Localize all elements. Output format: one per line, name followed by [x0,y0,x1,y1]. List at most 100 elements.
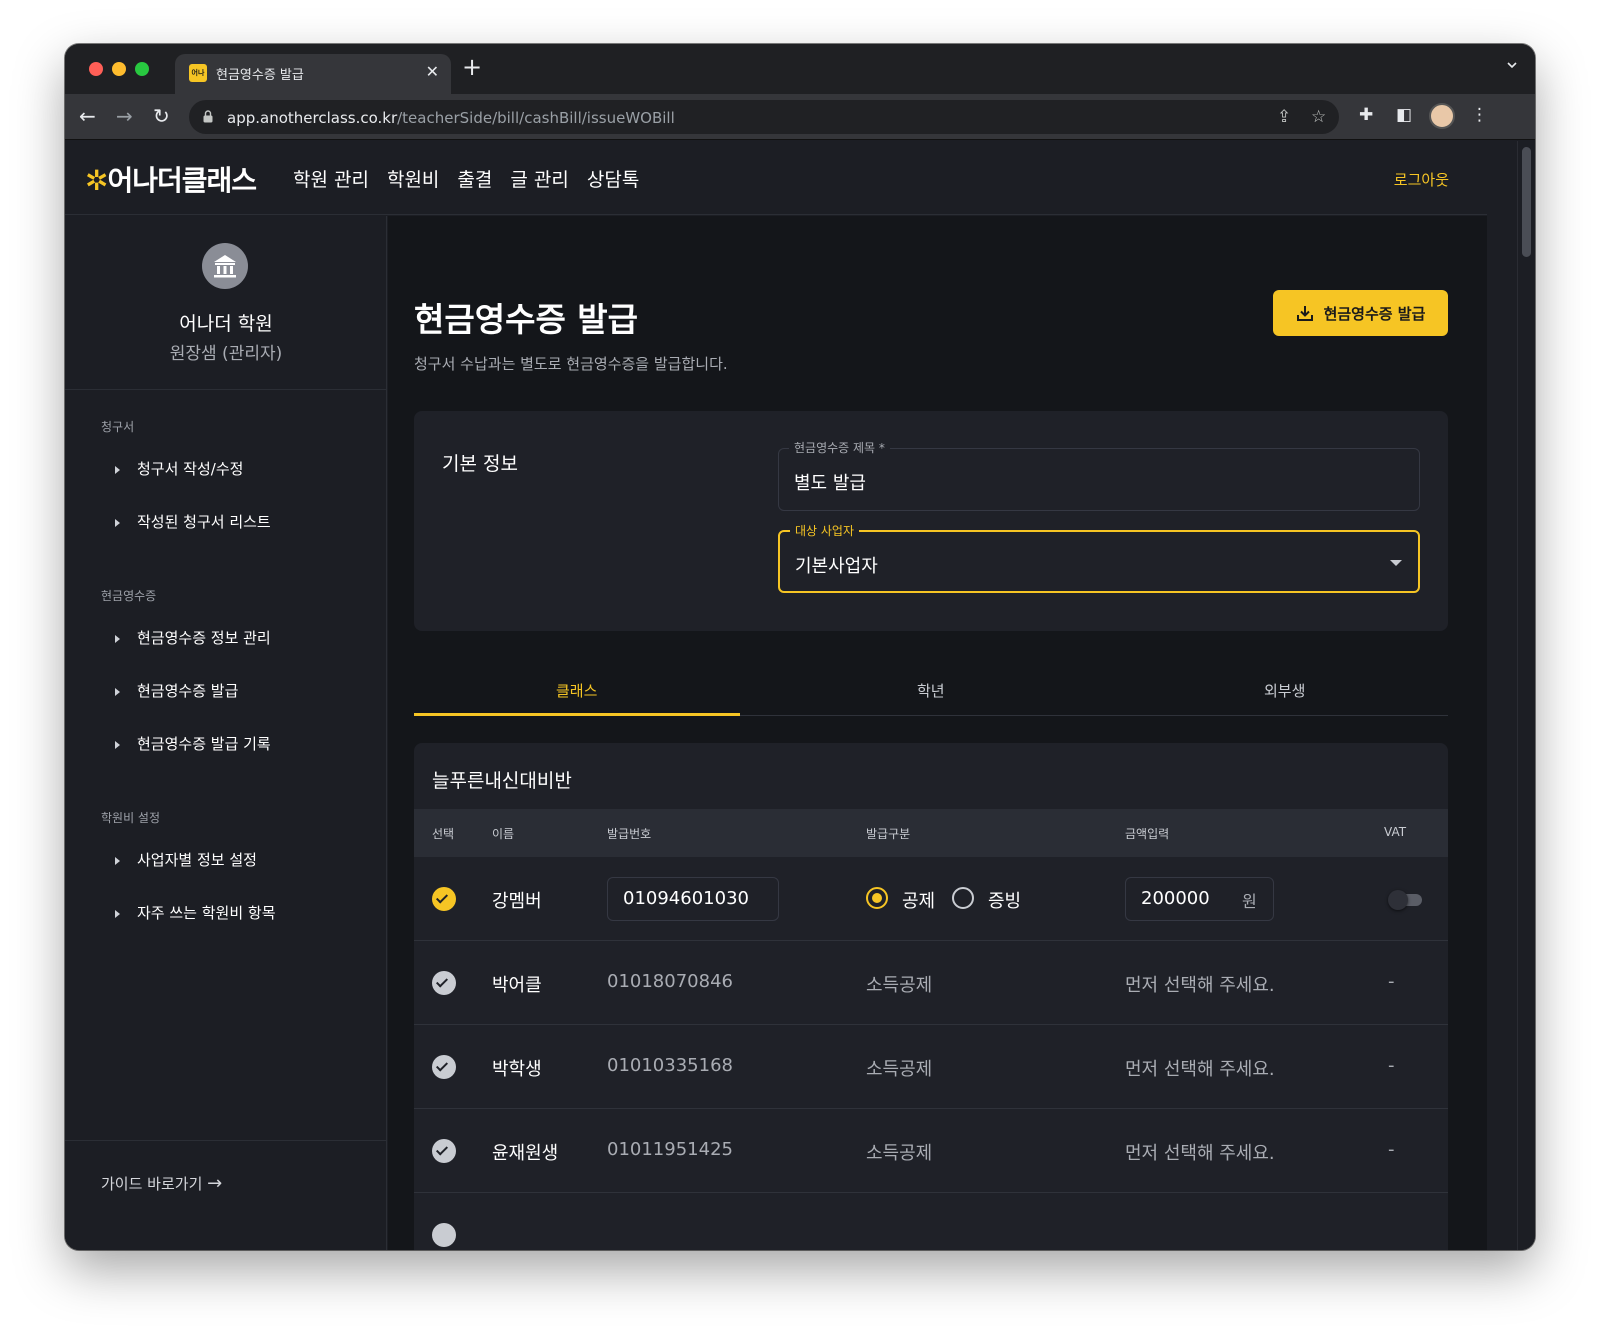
radio-deduction[interactable] [866,887,888,909]
page-description: 청구서 수납과는 별도로 현금영수증을 발급합니다. [414,355,728,373]
main-content: 현금영수증 발급 청구서 수납과는 별도로 현금영수증을 발급합니다. 현금영수… [388,216,1487,1250]
radio-proof-label: 증빙 [988,891,1022,912]
page-title: 현금영수증 발급 [414,300,639,339]
side-panel-icon[interactable]: ◧ [1396,105,1412,125]
address-bar[interactable]: app.anotherclass.co.kr/teacherSide/bill/… [189,100,1339,134]
nav-attendance[interactable]: 출결 [457,165,492,192]
sidebar-item-receipt-info[interactable]: 현금영수증 정보 관리 [115,627,271,648]
issue-number-input[interactable]: 01094601030 [607,877,779,921]
row-select-checkbox[interactable] [432,1139,456,1163]
tab-class[interactable]: 클래스 [556,680,597,701]
amount-input[interactable]: 200000 원 [1125,877,1274,921]
sidebar-section-bills: 청구서 [101,420,135,434]
table-row: 강멤버 01094601030 공제 증빙 200000 원 [414,857,1448,941]
vat-toggle-knob[interactable] [1388,890,1408,910]
table-row: 박어클 01018070846 소득공제 먼저 선택해 주세요. - [414,941,1448,1025]
app-logo[interactable]: ✲어나더클래스 [85,159,257,199]
sidebar-item-receipt-issue[interactable]: 현금영수증 발급 [115,680,238,701]
student-name: 강멤버 [492,891,542,912]
amount-value: 200000 [1141,888,1210,909]
reload-icon[interactable]: ↻ [153,104,170,128]
class-name: 늘푸른내신대비반 [432,770,572,792]
browser-menu-icon[interactable]: ⋮ [1471,105,1488,125]
forward-icon[interactable]: → [116,104,133,128]
sidebar-item-bill-edit[interactable]: 청구서 작성/수정 [115,458,243,479]
maximize-window-button[interactable] [135,62,149,76]
student-name: 박학생 [492,1059,542,1080]
business-select-value: 기본사업자 [795,556,878,577]
browser-tab[interactable]: 어나 현금영수증 발급 ✕ [175,54,451,94]
issue-receipt-button[interactable]: 현금영수증 발급 [1273,290,1448,336]
bookmark-star-icon[interactable]: ☆ [1311,107,1326,127]
close-window-button[interactable] [89,62,103,76]
logout-link[interactable]: 로그아웃 [1394,169,1449,190]
page-scrollbar[interactable] [1517,141,1535,1250]
caret-right-icon [115,687,120,696]
tab-active-indicator [414,713,740,716]
basic-info-card: 기본 정보 현금영수증 제목 * 별도 발급 대상 사업자 기본사업자 [414,411,1448,631]
extensions-icon[interactable]: ✚ [1359,105,1373,125]
amount-unit: 원 [1242,892,1257,911]
issue-number: 01018070846 [607,971,733,992]
logo-spark-icon: ✲ [85,164,108,197]
org-role: 원장샘 (관리자) [169,344,283,364]
back-icon[interactable]: ← [79,104,96,128]
issue-number: 01011951425 [607,1139,733,1160]
tab-external[interactable]: 외부생 [1264,680,1305,701]
row-select-checkbox[interactable] [432,887,456,911]
sidebar-item-frequent-items[interactable]: 자주 쓰는 학원비 항목 [115,902,276,923]
row-select-checkbox[interactable] [432,1223,456,1247]
radio-proof[interactable] [952,887,974,909]
institution-icon [202,243,248,289]
issue-number-value: 01094601030 [623,888,749,909]
guide-link[interactable]: 가이드 바로가기 → [101,1173,222,1194]
share-icon[interactable]: ⇪ [1277,107,1291,127]
sidebar-item-receipt-history[interactable]: 현금영수증 발급 기록 [115,733,271,754]
receipt-title-field[interactable]: 현금영수증 제목 * 별도 발급 [778,439,1420,511]
caret-right-icon [115,856,120,865]
row-select-checkbox[interactable] [432,971,456,995]
table-header: 선택 이름 발급번호 발급구분 금액입력 VAT [414,809,1448,857]
nav-posts[interactable]: 글 관리 [510,165,568,192]
student-name: 윤재원생 [492,1143,559,1164]
browser-tab-title: 현금영수증 발급 [216,68,304,83]
column-header-select: 선택 [432,827,455,841]
amount-hint: 먼저 선택해 주세요. [1125,1143,1275,1164]
sidebar-section-cash-receipt: 현금영수증 [101,589,157,603]
caret-right-icon [115,909,120,918]
table-row: 박학생 01010335168 소득공제 먼저 선택해 주세요. - [414,1025,1448,1109]
column-header-amount: 금액입력 [1125,827,1170,841]
sidebar-item-bill-list[interactable]: 작성된 청구서 리스트 [115,511,271,532]
browser-toolbar: ← → ↻ app.anotherclass.co.kr/teacherSide… [65,94,1535,140]
minimize-window-button[interactable] [112,62,126,76]
caret-right-icon [115,634,120,643]
basic-info-heading: 기본 정보 [442,453,518,475]
vat-value: - [1388,1055,1395,1076]
sidebar-item-business-settings[interactable]: 사업자별 정보 설정 [115,849,257,870]
browser-tab-strip: 어나 현금영수증 발급 ✕ + [65,44,1535,94]
tab-grade[interactable]: 학년 [917,680,945,701]
sidebar-divider [65,389,387,390]
nav-consult-chat[interactable]: 상담톡 [587,165,639,192]
nav-academy-management[interactable]: 학원 관리 [293,165,369,192]
sidebar-section-tuition-settings: 학원비 설정 [101,811,161,825]
app-viewport: ✲어나더클래스 학원 관리 학원비 출결 글 관리 상담톡 로그아웃 어나더 학… [65,141,1535,1250]
caret-right-icon [115,740,120,749]
table-row: 윤재원생 01011951425 소득공제 먼저 선택해 주세요. - [414,1109,1448,1193]
scrollbar-thumb[interactable] [1522,147,1531,257]
caret-right-icon [115,518,120,527]
close-tab-icon[interactable]: ✕ [426,62,439,81]
lock-icon [203,110,213,123]
caret-down-icon [1390,560,1402,566]
sidebar: 어나더 학원 원장샘 (관리자) 청구서 청구서 작성/수정 작성된 청구서 리… [65,216,387,1250]
profile-avatar[interactable] [1429,103,1455,129]
radio-deduction-label: 공제 [902,891,936,912]
nav-tuition[interactable]: 학원비 [387,165,439,192]
business-select[interactable]: 대상 사업자 기본사업자 [778,522,1420,593]
url-text: app.anotherclass.co.kr/teacherSide/bill/… [227,109,675,127]
column-header-type: 발급구분 [866,827,911,841]
amount-hint: 먼저 선택해 주세요. [1125,975,1275,996]
tab-search-icon[interactable] [1507,60,1517,70]
row-select-checkbox[interactable] [432,1055,456,1079]
new-tab-button[interactable]: + [462,55,482,79]
